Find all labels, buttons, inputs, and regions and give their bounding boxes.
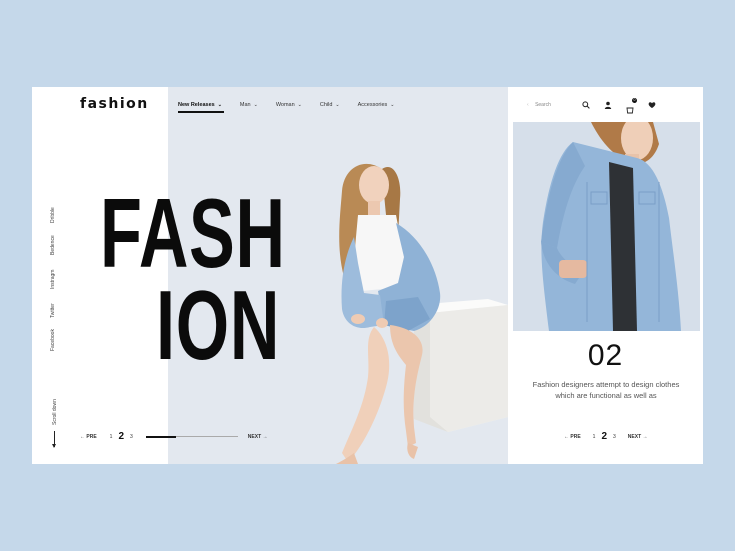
pager-page-1[interactable]: 1 [110,434,113,440]
pager-progress-track [145,435,238,438]
nav-item-man[interactable]: Man ⌄ [240,102,258,108]
chevron-left-icon: ‹ [527,102,529,108]
pager-progress-fill [145,435,177,438]
chevron-down-icon: ⌄ [217,102,222,108]
hero-title-line1: FASH [100,178,286,288]
nav-item-accessories[interactable]: Accessories ⌄ [358,102,395,108]
hero-title-line2: ION [156,270,281,380]
nav-item-new-releases[interactable]: New Releases ⌄ [178,102,224,113]
chevron-down-icon: ⌄ [390,102,395,108]
search-field[interactable]: ‹ Search [527,102,551,108]
user-icon[interactable] [604,101,612,109]
social-link-instagram[interactable]: Instragm [50,270,56,289]
social-link-facebook[interactable]: Facebook [50,329,56,351]
side-pager-page-1[interactable]: 1 [593,434,596,440]
hero-title: FASH ION [100,178,286,380]
nav-item-child[interactable]: Child ⌄ [320,102,340,108]
cart-icon[interactable]: 0 [626,98,637,114]
scroll-down-label[interactable]: Scroll down [52,399,58,425]
brand-logo[interactable]: fashion [80,96,149,112]
side-pager-next-button[interactable]: NEXT → [628,434,648,440]
social-link-dribble[interactable]: Dribble [50,207,56,223]
side-pager-page-2[interactable]: 2 [601,431,607,442]
chevron-down-icon: ⌄ [253,102,258,108]
pager-prev-button[interactable]: ← PRE [80,434,97,440]
pager-page-2[interactable]: 2 [118,431,124,442]
nav-item-woman[interactable]: Woman ⌄ [276,102,302,108]
side-pager-prev-button[interactable]: ← PRE [564,434,581,440]
slide-number: 02 [587,339,624,372]
chevron-down-icon: ⌄ [297,102,302,108]
heart-icon[interactable] [648,101,656,109]
side-pager-page-3[interactable]: 3 [613,434,616,440]
cart-badge: 0 [632,98,637,103]
social-link-bedence[interactable]: Bedence [50,235,56,255]
search-icon[interactable] [582,101,590,109]
chevron-down-icon: ⌄ [335,102,340,108]
side-pager: ← PRE 1 2 3 NEXT → [564,431,648,442]
social-links: Dribble Bedence Instragm Twitter Faceboo… [50,207,60,351]
header-icons: 0 [582,98,656,114]
side-model-image [513,122,700,331]
social-link-twitter[interactable]: Twitter [50,303,56,318]
search-placeholder: Search [535,102,551,108]
pager-page-3[interactable]: 3 [130,434,133,440]
main-nav: New Releases ⌄ Man ⌄ Woman ⌄ Child ⌄ Accesso… [178,102,412,113]
hero-pager: ← PRE 1 2 3 NEXT → [80,431,268,442]
slide-description: Fashion designers attempt to design clot… [532,380,680,400]
pager-next-button[interactable]: NEXT → [248,434,268,440]
arrow-down-icon [52,431,56,448]
page-card: fashion New Releases ⌄ Man ⌄ Woman ⌄ Child ⌄… [32,87,703,464]
